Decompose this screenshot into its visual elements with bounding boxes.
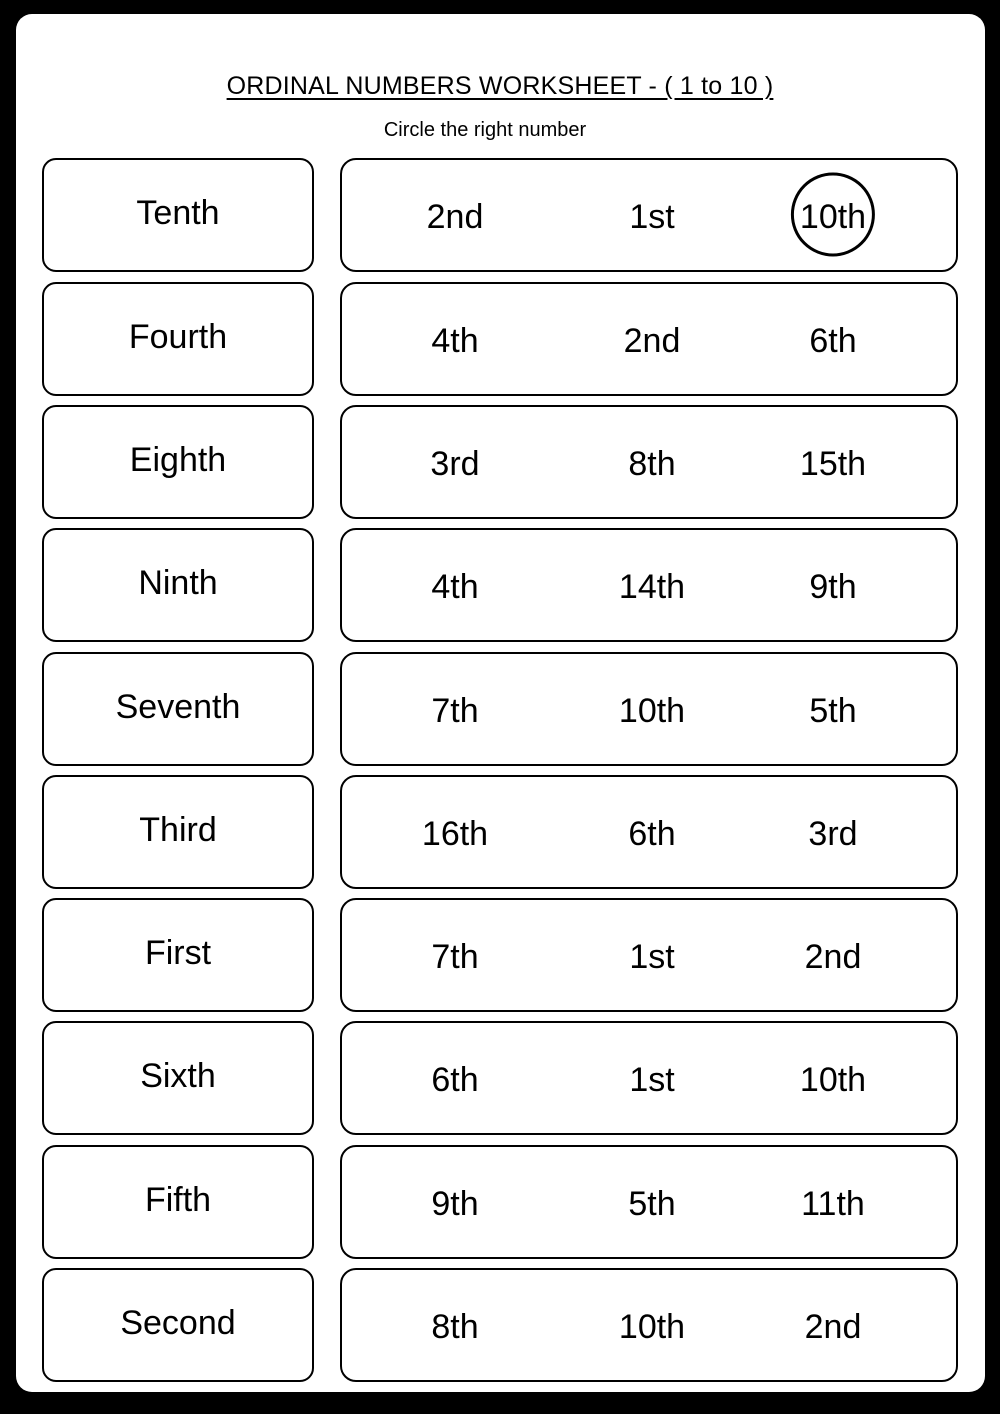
answer-choice[interactable]: 16th bbox=[422, 815, 488, 854]
answer-choice[interactable]: 1st bbox=[629, 198, 674, 237]
question-row: First 7th 1st 2nd bbox=[0, 898, 1000, 1012]
answer-choice[interactable]: 7th bbox=[431, 938, 478, 977]
ordinal-word: Second bbox=[42, 1268, 314, 1382]
answer-choice[interactable]: 2nd bbox=[805, 1308, 862, 1347]
question-row: Seventh 7th 10th 5th bbox=[0, 652, 1000, 766]
answer-choices: 16th 6th 3rd bbox=[340, 775, 958, 889]
ordinal-word: Third bbox=[42, 775, 314, 889]
answer-choices: 2nd 1st 10th bbox=[340, 158, 958, 272]
question-row: Sixth 6th 1st 10th bbox=[0, 1021, 1000, 1135]
answer-choice[interactable]: 6th bbox=[628, 815, 675, 854]
answer-choices: 4th 14th 9th bbox=[340, 528, 958, 642]
answer-choice[interactable]: 3rd bbox=[430, 445, 479, 484]
answer-choices: 6th 1st 10th bbox=[340, 1021, 958, 1135]
answer-choice[interactable]: 11th bbox=[801, 1185, 865, 1224]
question-row: Third 16th 6th 3rd bbox=[0, 775, 1000, 889]
question-row: Tenth 2nd 1st 10th bbox=[0, 158, 1000, 272]
answer-choices: 7th 1st 2nd bbox=[340, 898, 958, 1012]
ordinal-word: Ninth bbox=[42, 528, 314, 642]
answer-choice[interactable]: 8th bbox=[431, 1308, 478, 1347]
answer-choices: 7th 10th 5th bbox=[340, 652, 958, 766]
answer-choice[interactable]: 10th bbox=[619, 692, 685, 731]
answer-choice[interactable]: 5th bbox=[628, 1185, 675, 1224]
ordinal-word: Eighth bbox=[42, 405, 314, 519]
question-row: Ninth 4th 14th 9th bbox=[0, 528, 1000, 642]
question-row: Eighth 3rd 8th 15th bbox=[0, 405, 1000, 519]
ordinal-word: Tenth bbox=[42, 158, 314, 272]
answer-choices: 4th 2nd 6th bbox=[340, 282, 958, 396]
answer-choices: 3rd 8th 15th bbox=[340, 405, 958, 519]
answer-choice[interactable]: 2nd bbox=[624, 322, 681, 361]
answer-choice[interactable]: 9th bbox=[431, 1185, 478, 1224]
ordinal-word: Seventh bbox=[42, 652, 314, 766]
answer-choice[interactable]: 10th bbox=[619, 1308, 685, 1347]
ordinal-word: Sixth bbox=[42, 1021, 314, 1135]
answer-choice[interactable]: 8th bbox=[628, 445, 675, 484]
ordinal-word: Fourth bbox=[42, 282, 314, 396]
worksheet-instruction: Circle the right number bbox=[383, 119, 587, 141]
answer-choice[interactable]: 9th bbox=[809, 568, 856, 607]
answer-choice[interactable]: 15th bbox=[800, 445, 866, 484]
answer-choices: 9th 5th 11th bbox=[340, 1145, 958, 1259]
question-row: Fourth 4th 2nd 6th bbox=[0, 282, 1000, 396]
answer-choice[interactable]: 4th bbox=[431, 322, 478, 361]
answer-choice[interactable]: 5th bbox=[809, 692, 856, 731]
question-row: Fifth 9th 5th 11th bbox=[0, 1145, 1000, 1259]
question-row: Second 8th 10th 2nd bbox=[0, 1268, 1000, 1382]
answer-choice[interactable]: 4th bbox=[431, 568, 478, 607]
worksheet-title-text: ORDINAL NUMBERS WORKSHEET - ( 1 to 10 ) bbox=[226, 72, 774, 100]
answer-choice[interactable]: 1st bbox=[629, 938, 674, 977]
answer-choice[interactable]: 14th bbox=[619, 568, 685, 607]
answer-choice[interactable]: 6th bbox=[431, 1061, 478, 1100]
answer-choices: 8th 10th 2nd bbox=[340, 1268, 958, 1382]
worksheet-title: ORDINAL NUMBERS WORKSHEET - ( 1 to 10 ) bbox=[0, 72, 1000, 101]
answer-choice[interactable]: 2nd bbox=[805, 938, 862, 977]
ordinal-word: First bbox=[42, 898, 314, 1012]
answer-choice[interactable]: 3rd bbox=[808, 815, 857, 854]
answer-choice[interactable]: 1st bbox=[629, 1061, 674, 1100]
answer-choice[interactable]: 6th bbox=[809, 322, 856, 361]
ordinal-word: Fifth bbox=[42, 1145, 314, 1259]
answer-choice[interactable]: 10th bbox=[800, 1061, 866, 1100]
answer-choice[interactable]: 2nd bbox=[427, 198, 484, 237]
answer-choice-circled[interactable]: 10th bbox=[800, 198, 866, 237]
answer-choice[interactable]: 7th bbox=[431, 692, 478, 731]
